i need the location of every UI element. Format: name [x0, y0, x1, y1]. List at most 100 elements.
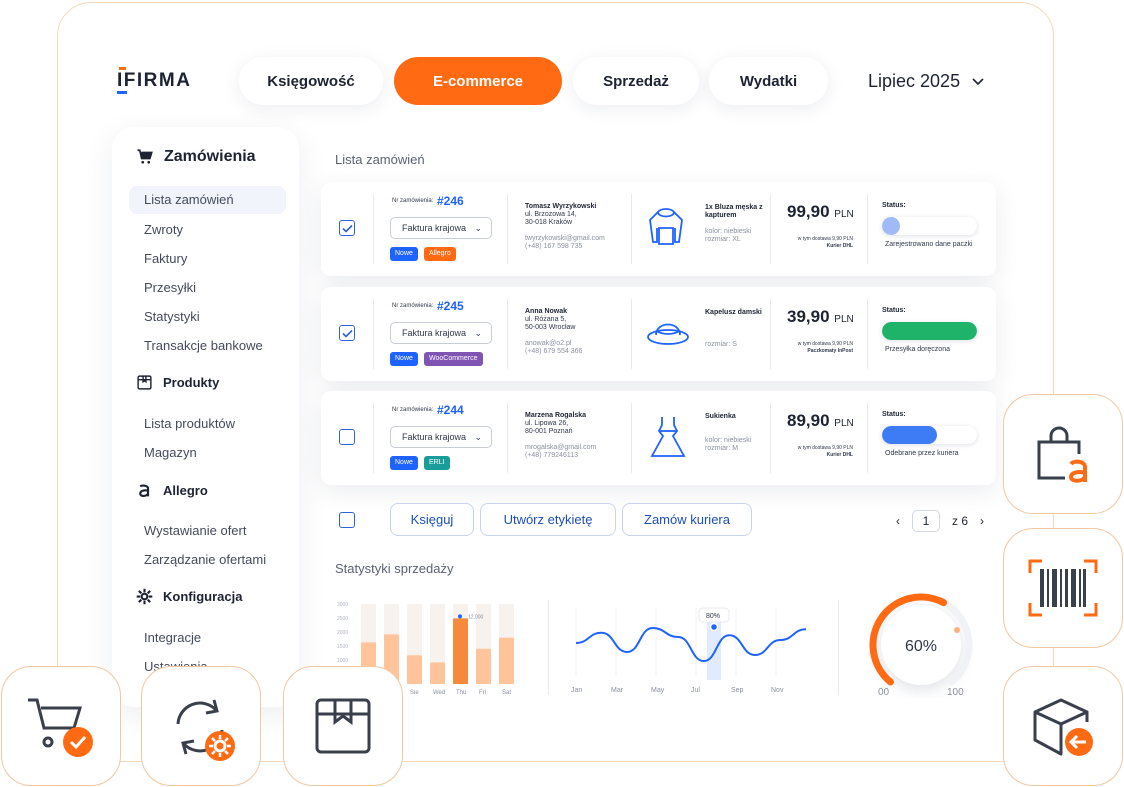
sidebar-item-przesylki[interactable]: Przesyłki [144, 280, 196, 295]
invoice-type-select[interactable]: Faktura krajowa ⌄ [390, 426, 492, 448]
barcode-tile[interactable] [1003, 528, 1123, 648]
marketplace-tag: Allegro [424, 247, 456, 261]
order-card[interactable]: Nr zamówienia: #246 Faktura krajowa ⌄ Now… [321, 182, 996, 276]
box-icon [137, 375, 152, 390]
check-icon [341, 329, 353, 338]
page-input[interactable]: 1 [912, 510, 940, 532]
y-tick-label: 2000 [337, 630, 348, 636]
order-card[interactable]: Nr zamówienia: #244 Faktura krajowa ⌄ Now… [321, 391, 996, 485]
status-label: Status: [882, 411, 906, 418]
allegro-icon [139, 484, 150, 497]
cart-icon [137, 149, 153, 164]
invoice-type-select[interactable]: Faktura krajowa ⌄ [390, 322, 492, 344]
sidebar-section-konfiguracja[interactable]: Konfiguracja [136, 588, 242, 605]
x-tick-label: Jan [571, 687, 582, 694]
order-number-label: Nr zamówienia: [392, 198, 434, 204]
product-attributes: kolor: niebieski rozmiar: XL [705, 228, 752, 243]
sidebar-item-lista-produktow[interactable]: Lista produktów [144, 416, 235, 431]
ksieguj-button[interactable]: Księguj [390, 503, 474, 536]
sidebar-section-zamowienia[interactable]: Zamówienia [136, 148, 256, 166]
dress-icon [650, 417, 686, 457]
tab-sprzedaz[interactable]: Sprzedaż [573, 57, 699, 105]
sidebar-item-transakcje[interactable]: Transakcje bankowe [144, 338, 263, 353]
customer-info: Tomasz Wyrzykowski ul. Brzozowa 14, 30-0… [525, 203, 605, 250]
month-selector[interactable]: Lipiec 2025 [868, 71, 984, 92]
sidebar-item-statystyki[interactable]: Statystyki [144, 309, 200, 324]
sidebar-item-wystawianie[interactable]: Wystawianie ofert [144, 523, 246, 538]
status-label: Status: [882, 202, 906, 209]
order-price: 89,90 PLN [787, 411, 854, 430]
shipping-info: w tym dostawa 9,90 PLN Kurier DHL [797, 236, 853, 249]
order-number[interactable]: #246 [437, 194, 464, 208]
tab-ecommerce[interactable]: E-commerce [394, 57, 562, 105]
status-text: Odebrane przez kuriera [885, 450, 959, 457]
status-text: Przesyłka doręczona [885, 346, 950, 353]
gauge-min-label: 00 [878, 687, 890, 698]
tab-ksiegowosc[interactable]: Księgowość [239, 57, 383, 105]
sidebar-item-magazyn[interactable]: Magazyn [144, 445, 197, 460]
order-card[interactable]: Nr zamówienia: #245 Faktura krajowa ⌄ Now… [321, 287, 996, 381]
order-price: 39,90 PLN [787, 307, 854, 326]
x-tick-label: Sep [731, 687, 744, 694]
gauge-marker [954, 627, 960, 633]
chevron-down-icon: ⌄ [474, 223, 482, 233]
status-progress [882, 217, 977, 235]
sidebar-item-integracje[interactable]: Integracje [144, 630, 201, 645]
order-courier-button[interactable]: Zamów kuriera [622, 503, 752, 536]
order-number[interactable]: #245 [437, 299, 464, 313]
x-tick-label: Sat [502, 690, 511, 696]
bar-tooltip: 12,000 [468, 614, 484, 620]
shipping-info: w tym dostawa 9,90 PLN Paczkomaty InPost [797, 341, 853, 354]
sidebar-item-lista-zamowien[interactable]: Lista zamówień [129, 186, 286, 214]
product-attributes: rozmiar: S [705, 341, 737, 348]
shopping-bag-allegro-icon [1037, 426, 1095, 484]
order-checkbox[interactable] [339, 429, 355, 445]
x-tick-label: Thu [456, 690, 466, 696]
order-number[interactable]: #244 [437, 403, 464, 417]
hoodie-icon [649, 208, 683, 245]
chart-divider [548, 600, 549, 695]
gauge-value: 60% [905, 638, 937, 655]
order-number-label: Nr zamówienia: [392, 407, 434, 413]
customer-name: Marzena Rogalska [525, 412, 587, 419]
chevron-down-icon: ⌄ [474, 432, 482, 442]
status-label: Status: [882, 307, 906, 314]
product-box-icon [315, 698, 371, 754]
select-all-checkbox[interactable] [339, 512, 355, 528]
sidebar-section-produkty[interactable]: Produkty [136, 374, 219, 391]
package-return-icon [1033, 698, 1093, 756]
sidebar-item-zarzadzanie[interactable]: Zarządzanie ofertami [144, 552, 266, 567]
create-label-button[interactable]: Utwórz etykietę [480, 503, 616, 536]
page-total: z 6 [952, 514, 969, 528]
x-tick-label: Nov [771, 687, 784, 694]
sidebar-item-faktury[interactable]: Faktury [144, 251, 187, 266]
product-box-tile[interactable] [283, 666, 403, 786]
sidebar-section-allegro[interactable]: Allegro [136, 481, 208, 499]
return-package-tile[interactable] [1003, 666, 1123, 786]
chevron-down-icon [972, 77, 984, 85]
sync-settings-tile[interactable] [141, 666, 261, 786]
sidebar-item-zwroty[interactable]: Zwroty [144, 222, 183, 237]
cart-check-tile[interactable] [1, 666, 121, 786]
check-icon [341, 224, 353, 233]
prev-page-icon[interactable]: ‹ [896, 514, 900, 528]
y-tick-label: 1500 [337, 644, 348, 650]
status-tag: Nowe [390, 247, 418, 261]
y-tick-label: 2500 [337, 616, 348, 622]
product-name: Kapelusz damski [705, 309, 762, 316]
barcode-icon [1028, 559, 1098, 617]
order-checkbox[interactable] [339, 220, 355, 236]
marketplace-tag: ERLI [424, 456, 450, 470]
gear-icon [136, 588, 153, 605]
tab-wydatki[interactable]: Wydatki [709, 57, 828, 105]
sync-gear-icon [176, 699, 235, 761]
cart-check-icon [28, 698, 93, 757]
product-attributes: kolor: niebieski rozmiar: M [705, 437, 752, 452]
x-tick-label: Sie [410, 690, 419, 696]
invoice-type-select[interactable]: Faktura krajowa ⌄ [390, 217, 492, 239]
marketplace-tag: WooCommerce [424, 352, 483, 366]
allegro-bag-tile[interactable] [1003, 394, 1123, 514]
next-page-icon[interactable]: › [980, 514, 984, 528]
ifirma-logo[interactable]: IFIRMA [117, 67, 191, 94]
order-checkbox[interactable] [339, 325, 355, 341]
